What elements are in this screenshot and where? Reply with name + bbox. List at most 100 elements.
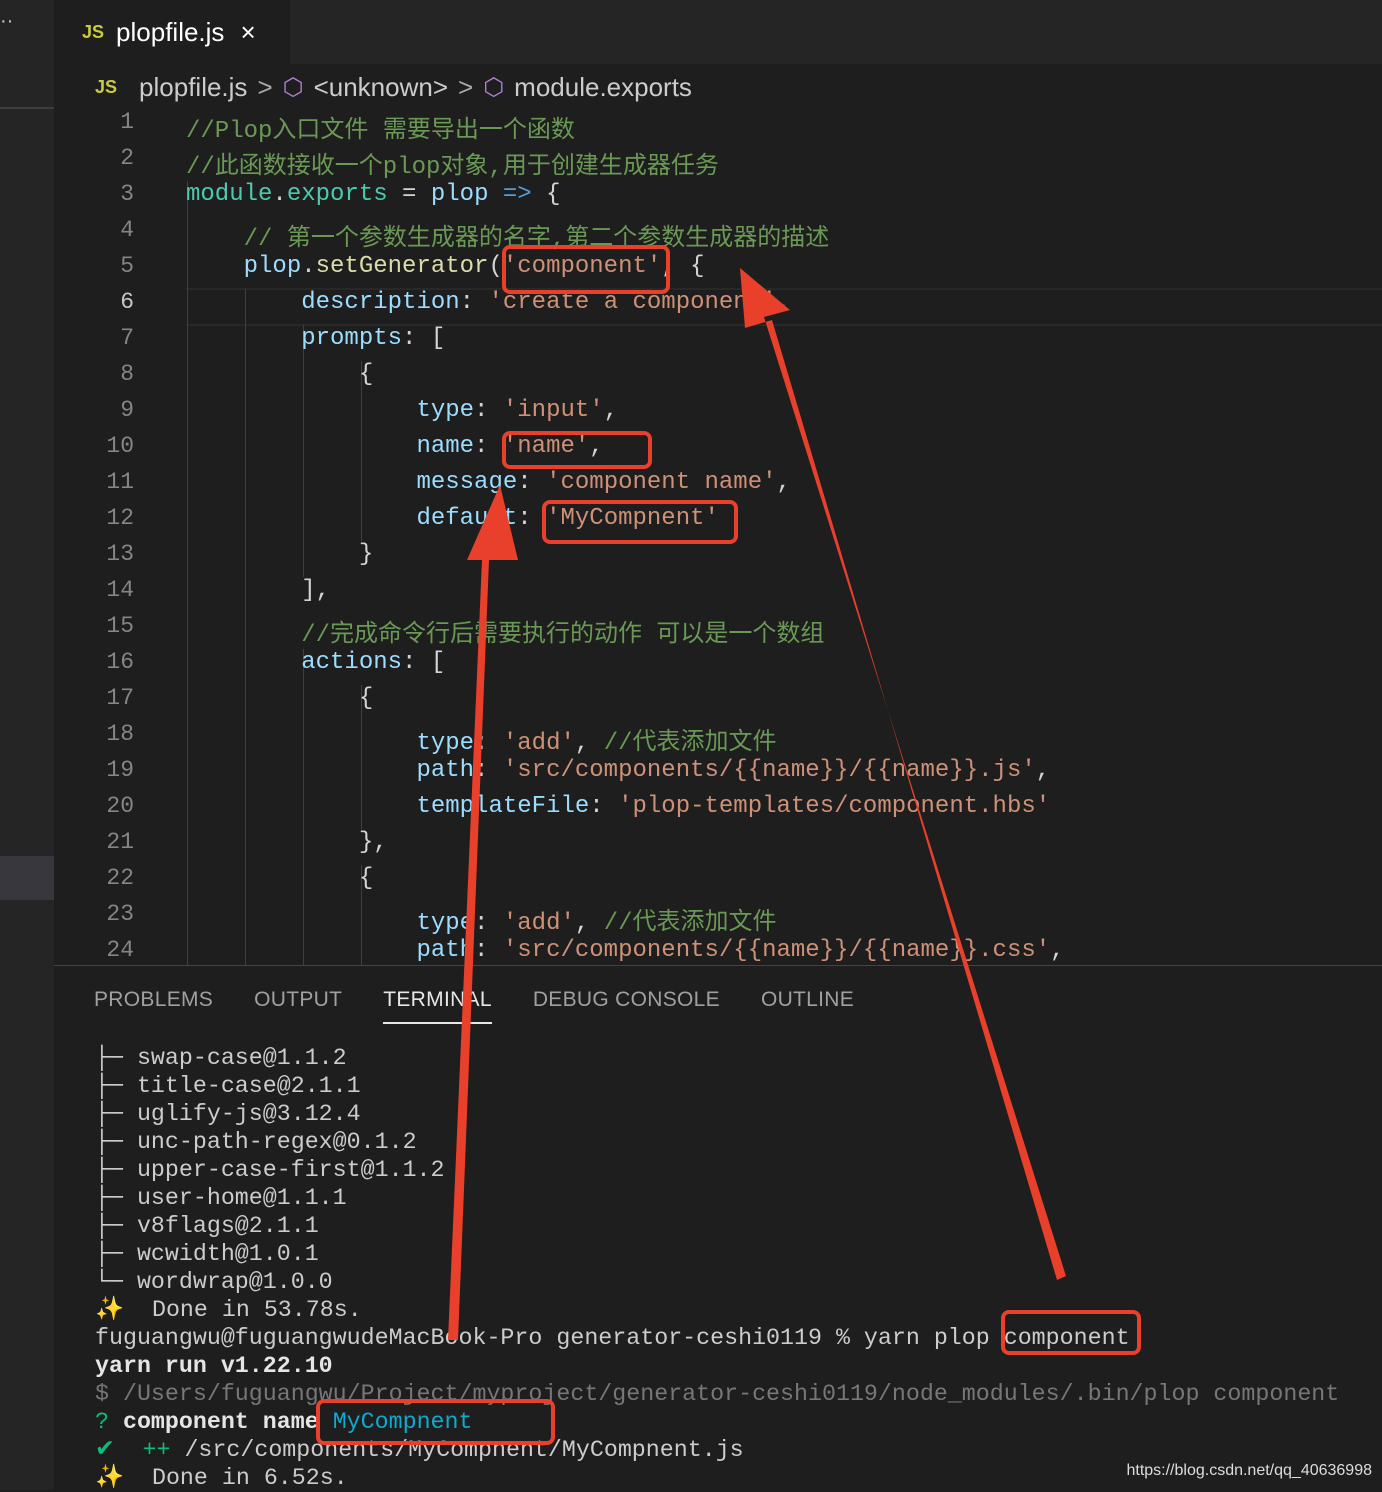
terminal-token: └─ wordwrap@1.0.0 (95, 1269, 333, 1295)
code-token: : (459, 289, 489, 316)
terminal-token: ? (95, 1409, 123, 1435)
line-number: 23 (106, 901, 134, 927)
line-number: 10 (106, 433, 134, 459)
divider (0, 107, 54, 109)
line-number: 19 (106, 757, 134, 783)
line-number: 8 (120, 361, 134, 387)
terminal-line: ├─ v8flags@2.1.1 (95, 1212, 1339, 1240)
terminal-token: ├─ unc-path-regex@0.1.2 (95, 1129, 417, 1155)
line-number: 24 (106, 937, 134, 963)
terminal-line: └─ wordwrap@1.0.0 (95, 1268, 1339, 1296)
line-number: 7 (120, 325, 134, 351)
code-token: { (186, 361, 374, 388)
line-number: 20 (106, 793, 134, 819)
code-line: type: 'add', //代表添加文件 (186, 901, 776, 937)
line-number: 9 (120, 397, 134, 423)
code-token: , (1035, 757, 1051, 784)
line-number: 5 (120, 253, 134, 279)
terminal-line: ✨ Done in 53.78s. (95, 1296, 1339, 1324)
code-token: , (776, 469, 791, 496)
breadcrumb-unknown[interactable]: <unknown> (314, 72, 448, 103)
terminal-line: ├─ title-case@2.1.1 (95, 1072, 1339, 1100)
code-token: // 第一个参数生成器的名字,第二个参数生成器的描述 (186, 226, 830, 253)
code-line: description: 'create a component', (186, 289, 791, 316)
code-token: : (474, 757, 503, 784)
breadcrumb-file[interactable]: plopfile.js (139, 72, 247, 103)
code-token: 'input' (502, 397, 604, 424)
code-token: : (589, 793, 619, 820)
code-token: actions (301, 649, 403, 676)
panel-tab-problems[interactable]: PROBLEMS (94, 988, 213, 1024)
tab-plopfile[interactable]: JS plopfile.js × (54, 0, 290, 64)
code-token: }, (186, 829, 388, 856)
code-token: { (186, 685, 374, 712)
code-line: }, (186, 829, 388, 856)
code-line: path: 'src/components/{{name}}/{{name}}.… (186, 937, 1064, 964)
line-number: 18 (106, 721, 134, 747)
tab-title: plopfile.js (116, 16, 225, 47)
code-token: 'src/components/{{name}}/{{name}}.css' (502, 937, 1051, 964)
code-line: default: 'MyCompnent' (186, 505, 719, 532)
code-token: templateFile (416, 793, 590, 820)
code-token: ( (488, 253, 503, 280)
chevron-right-icon: > (458, 71, 474, 102)
terminal-token: $ /Users/fuguangwu/Project/myproject/gen… (95, 1381, 1340, 1407)
code-editor[interactable]: 1 //Plop入口文件 需要导出一个函数 2 //此函数接收一个plop对象,用于创… (54, 107, 1382, 965)
line-number: 4 (120, 217, 134, 243)
code-token: . (272, 181, 287, 208)
code-line: plop.setGenerator('component', { (186, 253, 705, 280)
line-number: 15 (106, 613, 134, 639)
terminal-token: MyCompnent (332, 1409, 473, 1435)
code-token: module (186, 181, 273, 208)
code-token: type (416, 910, 475, 937)
code-line: //完成命令行后需要执行的动作 可以是一个数组 (186, 613, 824, 649)
close-icon[interactable]: × (240, 17, 255, 48)
cube-icon: ⬡ (483, 73, 505, 101)
line-number: 11 (106, 469, 134, 495)
line-number: 12 (106, 505, 134, 531)
code-line: module.exports = plop => { (186, 181, 561, 208)
code-token: //此函数接收一个plop对象,用于创建生成器任务 (186, 154, 719, 181)
code-token: { (186, 865, 374, 892)
line-number: 21 (106, 829, 134, 855)
code-line: { (186, 685, 373, 712)
watermark: https://blog.csdn.net/qq_40636998 (1126, 1462, 1372, 1479)
code-token: : [ (402, 325, 446, 352)
code-line: path: 'src/components/{{name}}/{{name}}.… (186, 757, 1050, 784)
code-line: { (186, 361, 373, 388)
panel-tab-terminal[interactable]: TERMINAL (383, 988, 492, 1024)
code-line: { (186, 865, 373, 892)
code-token: exports (286, 181, 388, 208)
code-token: 'name' (502, 433, 590, 460)
code-token: 'MyCompnent' (546, 505, 719, 532)
terminal-token: yarn run v1.22.10 (95, 1353, 333, 1379)
code-line: message: 'component name', (186, 469, 791, 496)
terminal-token: Done in 53.78s. (124, 1297, 362, 1323)
code-token: 'plop-templates/component.hbs' (618, 793, 1051, 820)
code-token: 'add' (502, 730, 575, 757)
panel-tab-output[interactable]: OUTPUT (254, 988, 342, 1024)
terminal-line: ├─ swap-case@1.1.2 (95, 1044, 1339, 1072)
sidebar-selected-item[interactable] (0, 856, 54, 900)
panel-tabs: PROBLEMS OUTPUT TERMINAL DEBUG CONSOLE OUTLI… (94, 988, 854, 1024)
code-token: : [ (402, 649, 446, 676)
line-number: 13 (106, 541, 134, 567)
panel-tab-outline[interactable]: OUTLINE (761, 988, 854, 1024)
more-icon[interactable]: ·· (0, 10, 13, 33)
code-token: 'src/components/{{name}}/{{name}}.js' (502, 757, 1036, 784)
code-token: ], (186, 577, 331, 604)
terminal-output[interactable]: ├─ swap-case@1.1.2 ├─ title-case@2.1.1 ├─ … (95, 1044, 1339, 1492)
panel-tab-debug-console[interactable]: DEBUG CONSOLE (533, 988, 720, 1024)
line-number: 22 (106, 865, 134, 891)
terminal-line: ├─ wcwidth@1.0.1 (95, 1240, 1339, 1268)
line-number: 1 (120, 109, 134, 135)
terminal-token: ++ (114, 1437, 185, 1463)
breadcrumb-module-exports[interactable]: module.exports (514, 72, 692, 103)
terminal-token: ├─ uglify-js@3.12.4 (95, 1101, 361, 1127)
